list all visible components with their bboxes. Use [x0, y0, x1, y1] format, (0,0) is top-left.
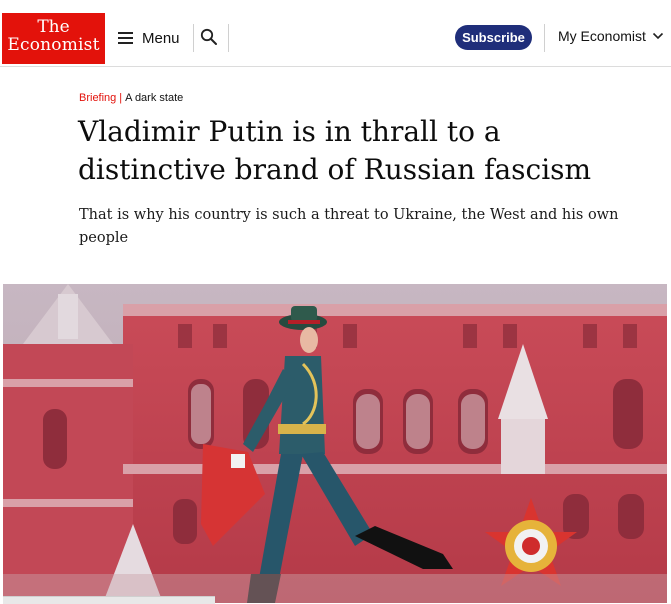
- subscribe-button[interactable]: Subscribe: [455, 25, 532, 50]
- site-header: The Economist Menu Subscribe My Economis…: [0, 0, 671, 67]
- header-divider: [544, 24, 545, 52]
- my-economist-label: My Economist: [558, 28, 646, 44]
- section-link[interactable]: Briefing: [79, 92, 116, 104]
- breadcrumb: Briefing | A dark state: [79, 92, 183, 104]
- economist-logo[interactable]: The Economist: [2, 13, 105, 64]
- hero-image: [3, 284, 667, 603]
- header-divider: [193, 24, 194, 52]
- article-headline: Vladimir Putin is in thrall to a distinc…: [78, 115, 592, 186]
- menu-icon: [118, 32, 133, 44]
- logo-line-2: Economist: [7, 35, 100, 55]
- logo-line-1: The: [37, 17, 70, 37]
- article-standfirst: That is why his country is such a threat…: [79, 207, 619, 246]
- breadcrumb-separator: |: [119, 92, 123, 104]
- chevron-down-icon: [652, 32, 663, 40]
- header-divider: [228, 24, 229, 52]
- kicker: A dark state: [125, 92, 184, 104]
- menu-label: Menu: [142, 29, 180, 47]
- my-economist-dropdown[interactable]: My Economist: [558, 28, 664, 44]
- search-icon[interactable]: [200, 28, 220, 48]
- menu-button[interactable]: Menu: [118, 24, 180, 52]
